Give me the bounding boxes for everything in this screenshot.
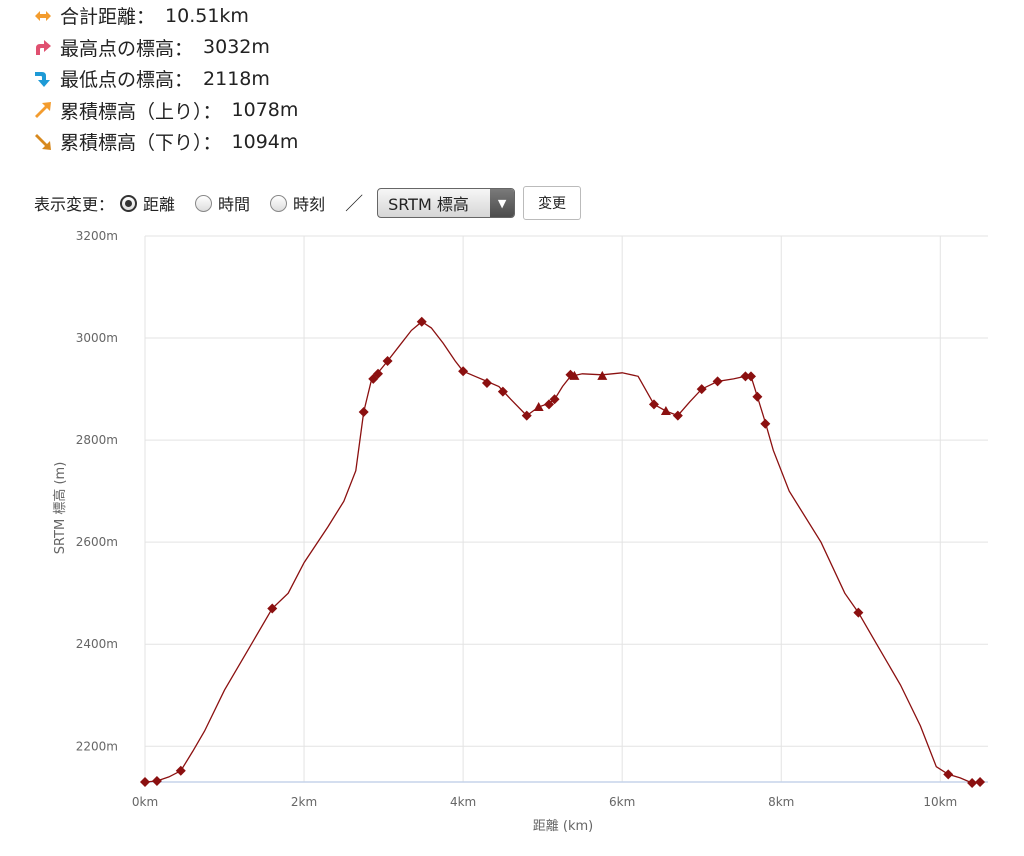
separator: ／ (345, 194, 364, 215)
triangle-marker (597, 370, 608, 380)
radio-label: 距離 (143, 195, 176, 214)
x-tick-label: 2km (291, 795, 317, 809)
diamond-marker (382, 356, 393, 367)
axes: 2200m 2400m 2600m 2800m 3000m 3200m 0km 2km 4km 6… (76, 229, 988, 809)
y-tick-label: 2400m (76, 637, 118, 651)
stat-label: 累積標高（上り）： (60, 100, 222, 123)
x-tick-label: 6km (609, 795, 635, 809)
diamond-marker (760, 418, 771, 429)
diamond-marker (368, 373, 379, 384)
x-tick-label: 8km (768, 795, 794, 809)
diamond-marker (497, 386, 508, 397)
markers (140, 316, 986, 789)
stat-min-elevation: 最低点の標高： 2118m (32, 63, 298, 95)
stat-value: 2118m (203, 67, 270, 90)
display-change-label: 表示変更： (34, 195, 115, 214)
diamond-marker (746, 371, 757, 382)
y-tick-label: 3200m (76, 229, 118, 243)
x-axis-label: 距離 (km) (533, 819, 593, 834)
diamond-marker (696, 384, 707, 395)
diamond-marker (544, 399, 555, 410)
diamond-marker (140, 777, 150, 787)
stat-value: 3032m (203, 36, 270, 59)
triangle-marker (569, 370, 580, 380)
select-value: SRTM 標高 (388, 195, 469, 214)
route-stats: 合計距離： 10.51km 最高点の標高： 3032m 最低点の標高： 2118… (32, 0, 298, 158)
stat-value: 1078m (231, 99, 299, 122)
stat-label: 最低点の標高： (60, 69, 194, 92)
stat-cumulative-descent: 累積標高（下り）： 1094m (32, 126, 298, 158)
y-tick-label: 2600m (76, 535, 118, 549)
y-axis-label: SRTM 標高 (m) (52, 462, 68, 555)
down-right-arrow-icon (32, 131, 54, 153)
diamond-marker (458, 366, 469, 377)
display-controls: 表示変更： 距離 時間 時刻 ／ SRTM 標高 ▼ 変更 (34, 186, 582, 220)
diamond-marker (481, 377, 492, 388)
diamond-marker (975, 777, 986, 787)
radio-button[interactable] (270, 194, 288, 212)
x-tick-label: 4km (450, 795, 476, 809)
diamond-marker (151, 775, 162, 786)
grid-lines (144, 235, 988, 782)
elevation-source-select[interactable]: SRTM 標高 ▼ (377, 188, 516, 218)
radio-button[interactable] (120, 194, 138, 212)
stat-total-distance: 合計距離： 10.51km (32, 0, 298, 32)
diamond-marker (175, 765, 186, 776)
diamond-marker (943, 769, 954, 780)
diamond-marker (712, 376, 723, 387)
diamond-marker (648, 399, 659, 410)
diamond-marker (967, 778, 978, 789)
stat-label: 最高点の標高： (60, 37, 194, 60)
triangle-marker (660, 406, 671, 416)
triangle-marker (533, 401, 544, 411)
radio-time[interactable]: 時間 (195, 191, 250, 215)
stat-value: 1094m (231, 130, 299, 153)
diamond-marker (740, 371, 751, 382)
series-line (144, 320, 981, 784)
elevation-line (144, 320, 981, 784)
radio-label: 時刻 (293, 195, 326, 214)
stat-cumulative-ascent: 累積標高（上り）： 1078m (32, 95, 298, 127)
triangle-down-icon[interactable]: ▼ (490, 189, 515, 217)
diamond-marker (549, 394, 560, 405)
diamond-marker (853, 607, 864, 618)
diamond-marker (521, 410, 532, 421)
up-right-arrow-icon (32, 99, 54, 121)
radio-distance[interactable]: 距離 (120, 191, 175, 215)
diamond-marker (267, 603, 278, 614)
up-turn-arrow-icon (32, 36, 54, 58)
y-tick-label: 3000m (76, 331, 118, 345)
radio-button[interactable] (195, 194, 213, 212)
stat-max-elevation: 最高点の標高： 3032m (32, 32, 298, 64)
stat-label: 累積標高（下り）： (60, 132, 222, 155)
radio-label: 時間 (218, 195, 251, 214)
y-tick-label: 2200m (76, 739, 118, 753)
y-tick-label: 2800m (76, 433, 118, 447)
stat-label: 合計距離： (60, 6, 156, 29)
diamond-marker (373, 368, 384, 379)
x-tick-label: 0km (132, 795, 158, 809)
horizontal-double-arrow-icon (32, 5, 54, 27)
diamond-marker (752, 391, 763, 402)
diamond-marker (358, 407, 369, 418)
change-button[interactable]: 変更 (523, 186, 582, 220)
stat-value: 10.51km (165, 4, 249, 27)
x-tick-label: 10km (923, 795, 957, 809)
radio-clock-time[interactable]: 時刻 (270, 191, 325, 215)
diamond-marker (416, 316, 427, 327)
diamond-marker (565, 369, 576, 380)
down-turn-arrow-icon (32, 68, 54, 90)
diamond-marker (672, 410, 683, 421)
